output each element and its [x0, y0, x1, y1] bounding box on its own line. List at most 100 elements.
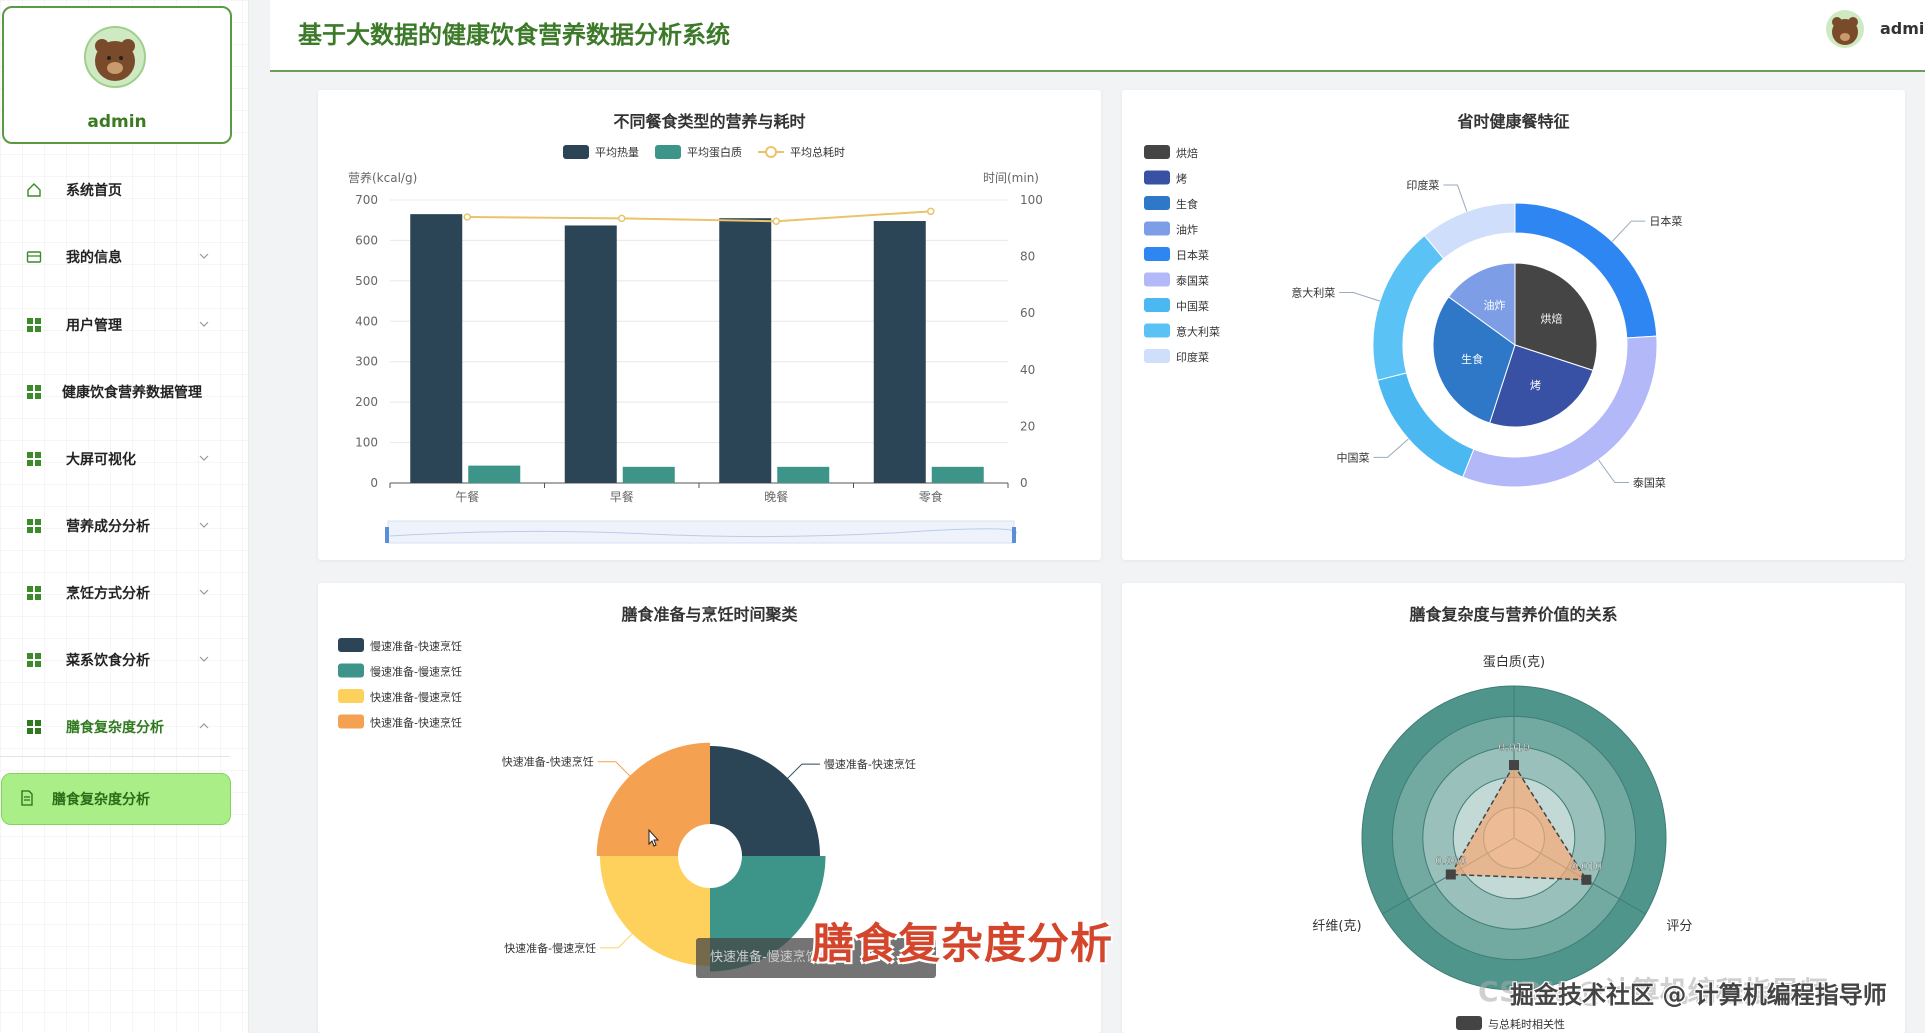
sidebar-item-4[interactable]: 大屏可视化 [0, 434, 230, 484]
line-total-time [467, 210, 931, 223]
legend-swatch [1144, 221, 1170, 236]
legend-label: 泰国菜 [1176, 274, 1209, 288]
y-axis-left-label: 营养(kcal/g) [348, 170, 417, 185]
x-tick-label: 零食 [919, 489, 943, 504]
legend-swatch [1144, 349, 1170, 363]
sidebar-item-0[interactable]: 系统首页 [0, 165, 230, 215]
sidebar-subitem-meal-complexity[interactable]: 膳食复杂度分析 [1, 773, 231, 825]
radar-value-label: 0.000 [1435, 854, 1467, 867]
y-tick-right: 20 [1020, 419, 1035, 433]
time-saving-chart: 烘焙烤生食油炸日本菜泰国菜中国菜意大利菜印度菜日本菜泰国菜中国菜意大利菜印度菜烘… [1144, 145, 1682, 490]
slice-label: 中国菜 [1336, 451, 1369, 464]
legend-marker [765, 146, 777, 158]
legend-label: 烘焙 [1176, 146, 1198, 160]
panel-radar-chart: 膳食复杂度与营养价值的关系 蛋白质(克) 评分 纤维(克) 0.010 0.010 0.0… [1122, 583, 1905, 1033]
y-tick-left: 300 [355, 355, 378, 369]
legend-label: 平均蛋白质 [687, 145, 742, 159]
pie-slice [1423, 202, 1516, 260]
label-line [784, 763, 820, 782]
document-icon [21, 790, 33, 806]
line-point [772, 217, 780, 225]
legend-swatch [1144, 247, 1170, 261]
bar-calories [873, 221, 926, 483]
rose-slice [710, 746, 820, 856]
header-username[interactable]: admin [1880, 19, 1925, 38]
legend-label: 快速准备-慢速烹饪 [370, 690, 462, 704]
y-tick-right: 100 [1020, 193, 1043, 207]
label-line [1373, 438, 1409, 458]
grid-icon [27, 586, 41, 600]
radar-value-label: 0.010 [1571, 860, 1603, 873]
pie-slice [1372, 234, 1445, 381]
radar-value-label: 0.010 [1498, 741, 1530, 754]
legend-label: 油炸 [1176, 223, 1198, 237]
grid-icon [27, 452, 41, 466]
y-tick-left: 700 [355, 193, 378, 207]
sidebar-item-5[interactable]: 营养成分分析 [0, 501, 230, 551]
sidebar-item-8[interactable]: 膳食复杂度分析 [0, 702, 230, 752]
legend-swatch [563, 145, 589, 159]
home-icon [27, 183, 41, 197]
legend-swatch [1144, 170, 1170, 185]
header-avatar[interactable] [1825, 9, 1865, 49]
user-avatar[interactable] [84, 26, 146, 88]
sidebar-item-1[interactable]: 我的信息 [0, 232, 230, 282]
grid-icon [27, 318, 41, 332]
sidebar-item-label: 烹饪方式分析 [66, 586, 150, 602]
sidebar-item-label: 大屏可视化 [66, 452, 136, 468]
legend-swatch [1144, 323, 1170, 338]
slice-label: 印度菜 [1406, 178, 1439, 192]
legend-label: 慢速准备-慢速烹饪 [370, 665, 462, 679]
page-title: 基于大数据的健康饮食营养数据分析系统 [298, 20, 730, 49]
radar-indicator-label: 蛋白质(克) [1483, 654, 1545, 670]
y-tick-right: 60 [1020, 306, 1035, 320]
sidebar-item-label: 营养成分分析 [66, 519, 150, 535]
legend-label: 意大利菜 [1176, 325, 1220, 339]
sidebar-item-2[interactable]: 用户管理 [0, 300, 230, 350]
legend-label: 日本菜 [1176, 248, 1209, 262]
sidebar-item-label: 菜系饮食分析 [66, 653, 150, 669]
meal-type-chart: 平均热量 平均蛋白质 平均总耗时营养(kcal/g) 时间(min)010020030… [348, 145, 1043, 544]
legend-swatch [1144, 298, 1170, 312]
y-tick-left: 500 [355, 274, 378, 288]
panel-time-saving-chart: 省时健康餐特征 烘焙烤生食 油炸 日本菜 泰国菜 中国菜 意大利菜 印度菜 日本菜 泰国菜 中国菜… [1122, 90, 1905, 560]
bar-protein [468, 465, 521, 483]
bar-calories [564, 225, 617, 483]
slice-label: 泰国菜 [1633, 476, 1666, 490]
legend-swatch [1144, 145, 1170, 159]
legend-swatch [655, 145, 681, 159]
legend-swatch [1144, 196, 1170, 210]
legend-label: 平均热量 [595, 146, 639, 159]
y-tick-left: 200 [355, 395, 378, 409]
card-icon [26, 251, 42, 263]
slice-label: 慢速准备-快速烹饪 [824, 757, 916, 771]
grid-icon [27, 385, 41, 399]
slice-label: 油炸 [1484, 298, 1506, 312]
label-line [597, 761, 634, 780]
y-axis-right-label: 时间(min) [983, 171, 1039, 185]
x-tick-label: 晚餐 [764, 489, 788, 504]
x-tick-label: 早餐 [610, 489, 634, 504]
chevron-down-icon [199, 321, 209, 327]
slice-label: 快速准备-快速烹饪 [502, 755, 594, 769]
label-line [1598, 459, 1629, 484]
slice-label: 意大利菜 [1291, 285, 1335, 299]
sidebar-item-6[interactable]: 烹饪方式分析 [0, 568, 230, 618]
label-line [1611, 220, 1646, 242]
slice-label: 快速准备-慢速烹饪 [504, 941, 596, 955]
radar-indicator-label: 纤维(克) [1312, 919, 1361, 934]
legend-label: 中国菜 [1176, 300, 1209, 313]
y-tick-left: 400 [355, 314, 378, 328]
label-line [1339, 291, 1381, 302]
sidebar-item-3[interactable]: 健康饮食营养数据管理 [0, 367, 230, 417]
chevron-down-icon [199, 253, 209, 259]
bar-protein [622, 466, 675, 483]
legend-swatch [1456, 1016, 1482, 1030]
bar-calories [719, 218, 772, 483]
label-line [600, 930, 636, 949]
chevron-down-icon [199, 589, 209, 595]
sidebar-item-7[interactable]: 菜系饮食分析 [0, 635, 230, 685]
data-zoom-handle-left [385, 527, 389, 543]
y-tick-right: 0 [1020, 476, 1028, 490]
chevron-down-icon [199, 522, 209, 528]
